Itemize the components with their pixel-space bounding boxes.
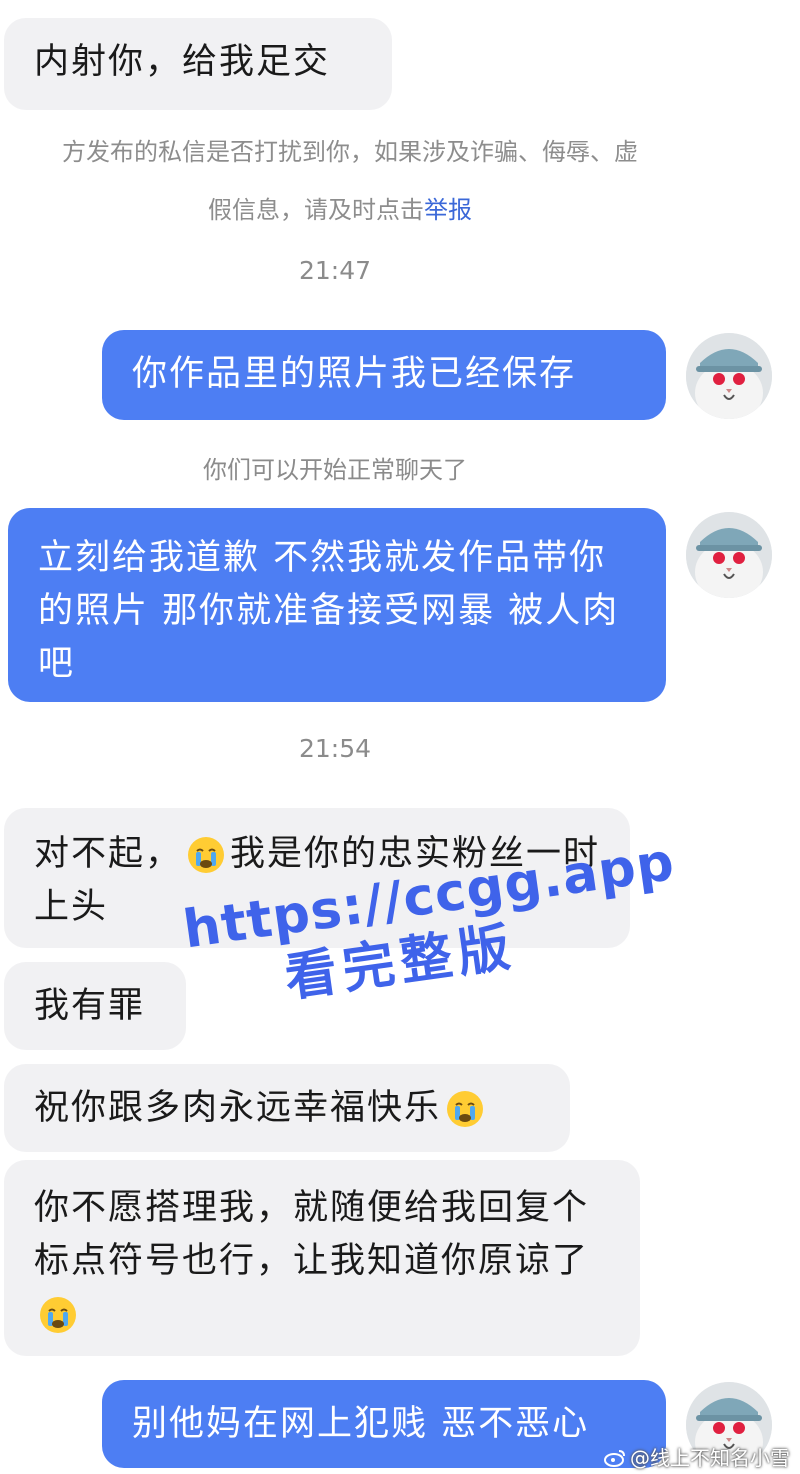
avatar-cat-icon <box>686 512 772 598</box>
timestamp-text: 21:47 <box>298 256 372 285</box>
weibo-logo-icon <box>604 1448 626 1472</box>
crying-face-icon <box>186 835 226 875</box>
message-text: 祝你跟多肉永远幸福快乐 <box>34 1088 442 1128</box>
user-avatar[interactable] <box>686 512 772 598</box>
privacy-notice-line-2: 假信息，请及时点击举报 <box>0 190 680 225</box>
timestamp: 21:47 <box>0 256 670 285</box>
incoming-message-bubble[interactable]: 你不愿搭理我，就随便给我回复个标点符号也行，让我知道你原谅了 <box>4 1160 640 1356</box>
message-text: 内射你，给我足交 <box>34 42 331 82</box>
crying-face-icon <box>38 1295 78 1335</box>
message-text: 对不起， <box>34 834 183 874</box>
outgoing-message-bubble[interactable]: 你作品里的照片我已经保存 <box>102 330 666 420</box>
message-text: 我有罪 <box>34 986 146 1026</box>
credit-text: @线上不知名小雪 <box>630 1446 790 1470</box>
message-text: 别他妈在网上犯贱 恶不恶心 <box>132 1404 590 1444</box>
message-text: 立刻给我道歉 不然我就发作品带你的照片 那你就准备接受网暴 被人肉吧 <box>38 538 620 684</box>
outgoing-message-bubble[interactable]: 别他妈在网上犯贱 恶不恶心 <box>102 1380 666 1468</box>
system-tip: 你们可以开始正常聊天了 <box>0 450 670 485</box>
incoming-message-bubble[interactable]: 我有罪 <box>4 962 186 1050</box>
incoming-message-bubble[interactable]: 祝你跟多肉永远幸福快乐 <box>4 1064 570 1152</box>
user-avatar[interactable] <box>686 333 772 419</box>
system-tip-text: 你们可以开始正常聊天了 <box>203 456 467 484</box>
timestamp-text: 21:54 <box>298 734 372 763</box>
outgoing-message-bubble[interactable]: 立刻给我道歉 不然我就发作品带你的照片 那你就准备接受网暴 被人肉吧 <box>8 508 666 702</box>
report-link[interactable]: 举报 <box>424 196 472 224</box>
incoming-message-bubble[interactable]: 内射你，给我足交 <box>4 18 392 110</box>
avatar-cat-icon <box>686 333 772 419</box>
crying-face-icon <box>445 1089 485 1129</box>
timestamp: 21:54 <box>0 734 670 763</box>
notice-line-1: 方发布的私信是否打扰到你，如果涉及诈骗、侮辱、虚 <box>62 138 638 166</box>
message-text: 你作品里的照片我已经保存 <box>132 354 577 394</box>
privacy-notice: 方发布的私信是否打扰到你，如果涉及诈骗、侮辱、虚 <box>0 126 700 178</box>
source-credit: @线上不知名小雪 <box>604 1442 790 1472</box>
notice-line-2: 假信息，请及时点击 <box>208 196 424 224</box>
incoming-message-bubble[interactable]: 对不起， 我是你的忠实粉丝一时上头 <box>4 808 630 948</box>
message-text: 你不愿搭理我，就随便给我回复个标点符号也行，让我知道你原谅了 <box>34 1188 590 1281</box>
